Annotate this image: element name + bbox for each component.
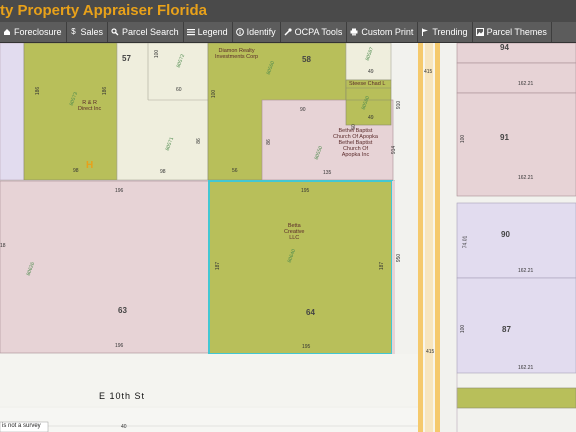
parcel-94 bbox=[456, 43, 576, 64]
custom-print-label: Custom Print bbox=[361, 27, 414, 37]
parcel-number-64: 64 bbox=[306, 308, 315, 317]
wrench-icon bbox=[284, 28, 292, 36]
ocpa-tools-button[interactable]: OCPA Tools bbox=[281, 22, 348, 42]
dim-label: 187 bbox=[215, 261, 222, 271]
dim-label: 135 bbox=[323, 170, 332, 176]
dim-label: 186 bbox=[102, 86, 109, 96]
dim-label: 40 bbox=[121, 424, 127, 430]
sales-label: Sales bbox=[80, 27, 104, 37]
street-name: E 10th St bbox=[99, 391, 146, 401]
dim-label: 187 bbox=[379, 261, 386, 271]
parcel-left-strip bbox=[0, 43, 25, 181]
foreclosure-button[interactable]: Foreclosure bbox=[0, 22, 67, 42]
homestead-marker: H bbox=[86, 160, 94, 171]
ocpa-tools-label: OCPA Tools bbox=[294, 27, 343, 37]
dim-label: 415 bbox=[426, 349, 435, 355]
dim-label: 98 bbox=[160, 169, 166, 175]
dim-label: 914 bbox=[391, 145, 398, 155]
dim-label: 162.21 bbox=[518, 365, 534, 371]
foreclosure-label: Foreclosure bbox=[14, 27, 62, 37]
info-icon bbox=[235, 28, 244, 36]
parcel-map[interactable]: 57 58 94 91 90 87 63 64 R & R Direct Inc… bbox=[0, 43, 576, 432]
dim-label: 60 bbox=[176, 87, 182, 93]
dim-label: 100 bbox=[154, 49, 161, 59]
list-icon bbox=[186, 28, 195, 36]
custom-print-button[interactable]: Custom Print bbox=[347, 22, 419, 42]
parcel-57 bbox=[116, 43, 209, 181]
parcel-number-91: 91 bbox=[500, 133, 509, 142]
trending-label: Trending bbox=[432, 27, 468, 37]
dim-label: 49 bbox=[368, 69, 374, 75]
owner-betta: Betta Creative LLC bbox=[284, 223, 305, 241]
dim-label: 100 bbox=[460, 324, 467, 334]
sales-button[interactable]: $ Sales bbox=[67, 22, 109, 42]
title-bar: ty Property Appraiser Florida bbox=[0, 0, 576, 22]
dim-label: 195 bbox=[301, 188, 310, 194]
dim-label: 162.21 bbox=[518, 175, 534, 181]
dim-label: 162.21 bbox=[518, 268, 534, 274]
parcel-number-63: 63 bbox=[118, 306, 127, 315]
dim-label: 86 bbox=[195, 138, 202, 144]
dim-label: 50 bbox=[350, 124, 357, 130]
parcel-number-57: 57 bbox=[122, 54, 131, 63]
flag-icon bbox=[421, 28, 429, 36]
parcel-87 bbox=[456, 277, 576, 374]
dim-label: 196 bbox=[115, 343, 124, 349]
search-icon bbox=[111, 28, 119, 36]
trending-button[interactable]: Trending bbox=[418, 22, 473, 42]
parcel-search-label: Parcel Search bbox=[122, 27, 179, 37]
street-band bbox=[0, 354, 418, 406]
identify-label: Identify bbox=[246, 27, 276, 37]
dim-label: 18 bbox=[0, 243, 6, 249]
owner-diamon: Diamon Realty Investments Corp bbox=[215, 48, 259, 60]
house-icon bbox=[3, 28, 11, 36]
dim-label: 98 bbox=[73, 168, 79, 174]
parcel-themes-label: Parcel Themes bbox=[486, 27, 547, 37]
dim-label: 56 bbox=[232, 168, 238, 174]
parcel-rr-direct bbox=[23, 43, 118, 181]
toolbar: Foreclosure $ Sales Parcel Search Legend… bbox=[0, 22, 576, 43]
dim-label: 90 bbox=[300, 107, 306, 113]
dim-label: 74.01 bbox=[462, 235, 469, 249]
parcel-themes-button[interactable]: Parcel Themes bbox=[473, 22, 552, 42]
legend-button[interactable]: Legend bbox=[184, 22, 233, 42]
owner-rr-direct: R & R Direct Inc bbox=[78, 100, 102, 112]
disclaimer-text: is not a survey bbox=[2, 423, 41, 429]
dim-label: 162.21 bbox=[518, 81, 534, 87]
dim-label: 100 bbox=[211, 89, 218, 99]
owner-bethel: Bethel Baptist Church Of Apopka Bethel B… bbox=[333, 128, 378, 158]
dim-label: 910 bbox=[396, 100, 403, 110]
printer-icon bbox=[350, 28, 358, 36]
parcel-number-94: 94 bbox=[500, 43, 509, 52]
dim-label: 186 bbox=[35, 86, 42, 96]
dim-label: 86 bbox=[265, 139, 272, 145]
dim-label: 196 bbox=[115, 188, 124, 194]
dim-label: 100 bbox=[460, 134, 467, 144]
parcel-91 bbox=[456, 92, 576, 197]
dim-label: 950 bbox=[396, 253, 403, 263]
parcel-64 bbox=[208, 180, 393, 355]
dim-label: 49 bbox=[368, 115, 374, 121]
parcel-90 bbox=[456, 202, 576, 279]
legend-label: Legend bbox=[197, 27, 228, 37]
owner-steese: Steese Chad L bbox=[349, 81, 386, 87]
dim-label: 195 bbox=[302, 344, 311, 350]
image-icon bbox=[475, 28, 484, 36]
parcel-number-58: 58 bbox=[302, 55, 311, 64]
parcel-number-87: 87 bbox=[502, 325, 511, 334]
dollar-icon: $ bbox=[71, 27, 76, 36]
app-title: ty Property Appraiser Florida bbox=[0, 2, 207, 19]
identify-button[interactable]: Identify bbox=[233, 22, 281, 42]
dim-label: 415 bbox=[424, 69, 433, 75]
parcel-search-button[interactable]: Parcel Search bbox=[108, 22, 184, 42]
parcel-number-90: 90 bbox=[501, 230, 510, 239]
